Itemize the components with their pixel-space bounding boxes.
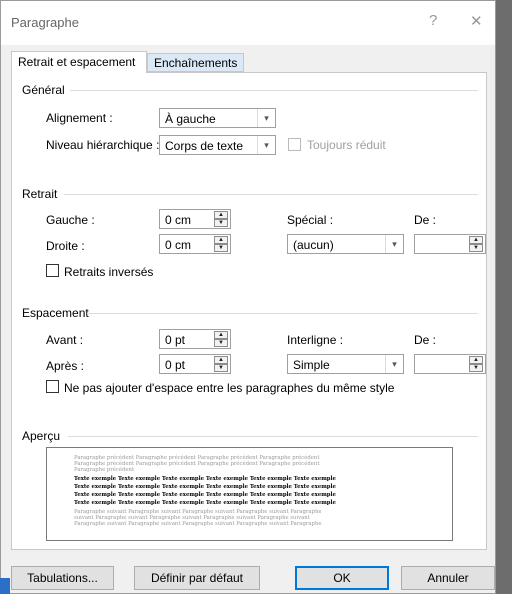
indent-left-value: 0 cm [165, 213, 192, 227]
spin-down-icon[interactable]: ▼ [214, 364, 228, 372]
section-indent: Retrait [22, 187, 58, 201]
spin-down-icon[interactable]: ▼ [214, 219, 228, 227]
preview-line: Texte exemple Texte exemple Texte exempl… [74, 492, 336, 498]
spin-down-icon[interactable]: ▼ [214, 244, 228, 252]
tab-indents-spacing[interactable]: Retrait et espacement [11, 51, 147, 73]
indent-left-label: Gauche : [46, 213, 95, 227]
preview-line: Paragraphe suivant Paragraphe suivant Pa… [74, 521, 322, 528]
dialog-title: Paragraphe [11, 15, 79, 30]
spin-up-icon[interactable]: ▲ [469, 236, 483, 244]
spin-up-icon[interactable]: ▲ [214, 236, 228, 244]
collapsed-checkbox[interactable] [288, 138, 301, 151]
space-before-value: 0 pt [165, 333, 186, 347]
tab-label: Retrait et espacement [18, 55, 136, 69]
spin-up-icon[interactable]: ▲ [469, 356, 483, 364]
cancel-button[interactable]: Annuler [401, 566, 495, 590]
tab-label: Enchaînements [154, 56, 238, 70]
chevron-down-icon: ▾ [257, 109, 275, 127]
close-icon[interactable]: ✕ [470, 12, 483, 30]
line-spacing-label: Interligne : [287, 333, 344, 347]
indent-left-spinner[interactable]: 0 cm ▲ ▼ [159, 209, 231, 229]
preview-previous: Paragraphe précédent Paragraphe précéden… [74, 455, 446, 474]
button-label: OK [333, 571, 351, 585]
indent-right-spinner[interactable]: 0 cm ▲ ▼ [159, 234, 231, 254]
no-space-same-style-label: Ne pas ajouter d'espace entre les paragr… [64, 381, 395, 395]
spin-down-icon[interactable]: ▼ [214, 339, 228, 347]
chevron-down-icon: ▾ [385, 235, 403, 253]
alignment-select[interactable]: À gauche ▾ [159, 108, 276, 128]
spin-up-icon[interactable]: ▲ [214, 356, 228, 364]
spin-down-icon[interactable]: ▼ [469, 244, 483, 252]
special-value: (aucun) [293, 238, 334, 252]
spin-up-icon[interactable]: ▲ [214, 331, 228, 339]
line-spacing-value: Simple [293, 358, 330, 372]
mirror-indents-checkbox[interactable] [46, 264, 59, 277]
space-after-spinner[interactable]: 0 pt ▲ ▼ [159, 354, 231, 374]
preview-line: Texte exemple Texte exemple Texte exempl… [74, 476, 336, 482]
title-bar: Paragraphe ? ✕ [1, 1, 495, 45]
alignment-label: Alignement : [46, 111, 113, 125]
spin-up-icon[interactable]: ▲ [214, 211, 228, 219]
level-label: Niveau hiérarchique : [46, 138, 160, 152]
space-before-label: Avant : [46, 333, 84, 347]
ok-button[interactable]: OK [295, 566, 389, 590]
indent-by-spinner[interactable]: ▲ ▼ [414, 234, 486, 254]
line-at-spinner[interactable]: ▲ ▼ [414, 354, 486, 374]
section-general: Général [22, 83, 65, 97]
outline-level-select[interactable]: Corps de texte ▾ [159, 135, 276, 155]
line-spacing-select[interactable]: Simple ▾ [287, 354, 404, 374]
paragraph-dialog: Paragraphe ? ✕ Retrait et espacement Enc… [0, 0, 496, 594]
preview-box: Paragraphe précédent Paragraphe précéden… [46, 447, 453, 541]
button-label: Annuler [427, 571, 469, 585]
alignment-value: À gauche [165, 112, 216, 126]
divider [70, 90, 478, 91]
divider [87, 313, 478, 314]
chevron-down-icon: ▾ [257, 136, 275, 154]
spin-down-icon[interactable]: ▼ [469, 364, 483, 372]
special-label: Spécial : [287, 213, 334, 227]
preview-line: Texte exemple Texte exemple Texte exempl… [74, 484, 336, 490]
button-label: Définir par défaut [150, 571, 244, 585]
tabs-button[interactable]: Tabulations... [11, 566, 114, 590]
divider [64, 194, 478, 195]
background-window-edge [0, 578, 10, 594]
indent-by-label: De : [414, 213, 437, 227]
help-button[interactable]: ? [429, 12, 437, 29]
tab-line-page-breaks[interactable]: Enchaînements [147, 53, 244, 72]
no-space-same-style-checkbox[interactable] [46, 380, 59, 393]
space-before-spinner[interactable]: 0 pt ▲ ▼ [159, 329, 231, 349]
divider [68, 436, 478, 437]
collapsed-label: Toujours réduit [307, 138, 386, 152]
set-default-button[interactable]: Définir par défaut [134, 566, 260, 590]
preview-line: Texte exemple Texte exemple Texte exempl… [74, 500, 336, 506]
section-preview: Aperçu [22, 429, 61, 443]
indent-right-value: 0 cm [165, 238, 192, 252]
line-at-label: De : [414, 333, 437, 347]
space-after-label: Après : [46, 359, 85, 373]
indent-right-label: Droite : [46, 239, 85, 253]
space-after-value: 0 pt [165, 358, 186, 372]
section-spacing: Espacement [22, 306, 89, 320]
level-value: Corps de texte [165, 139, 244, 153]
chevron-down-icon: ▾ [385, 355, 403, 373]
preview-line: Paragraphe précédent [74, 467, 135, 474]
tab-panel: Général Alignement : À gauche ▾ Niveau h… [11, 72, 487, 550]
mirror-indents-label: Retraits inversés [64, 265, 154, 279]
preview-next: Paragraphe suivant Paragraphe suivant Pa… [74, 509, 446, 528]
preview-sample: Texte exemple Texte exemple Texte exempl… [74, 475, 446, 507]
button-label: Tabulations... [27, 571, 98, 585]
special-indent-select[interactable]: (aucun) ▾ [287, 234, 404, 254]
